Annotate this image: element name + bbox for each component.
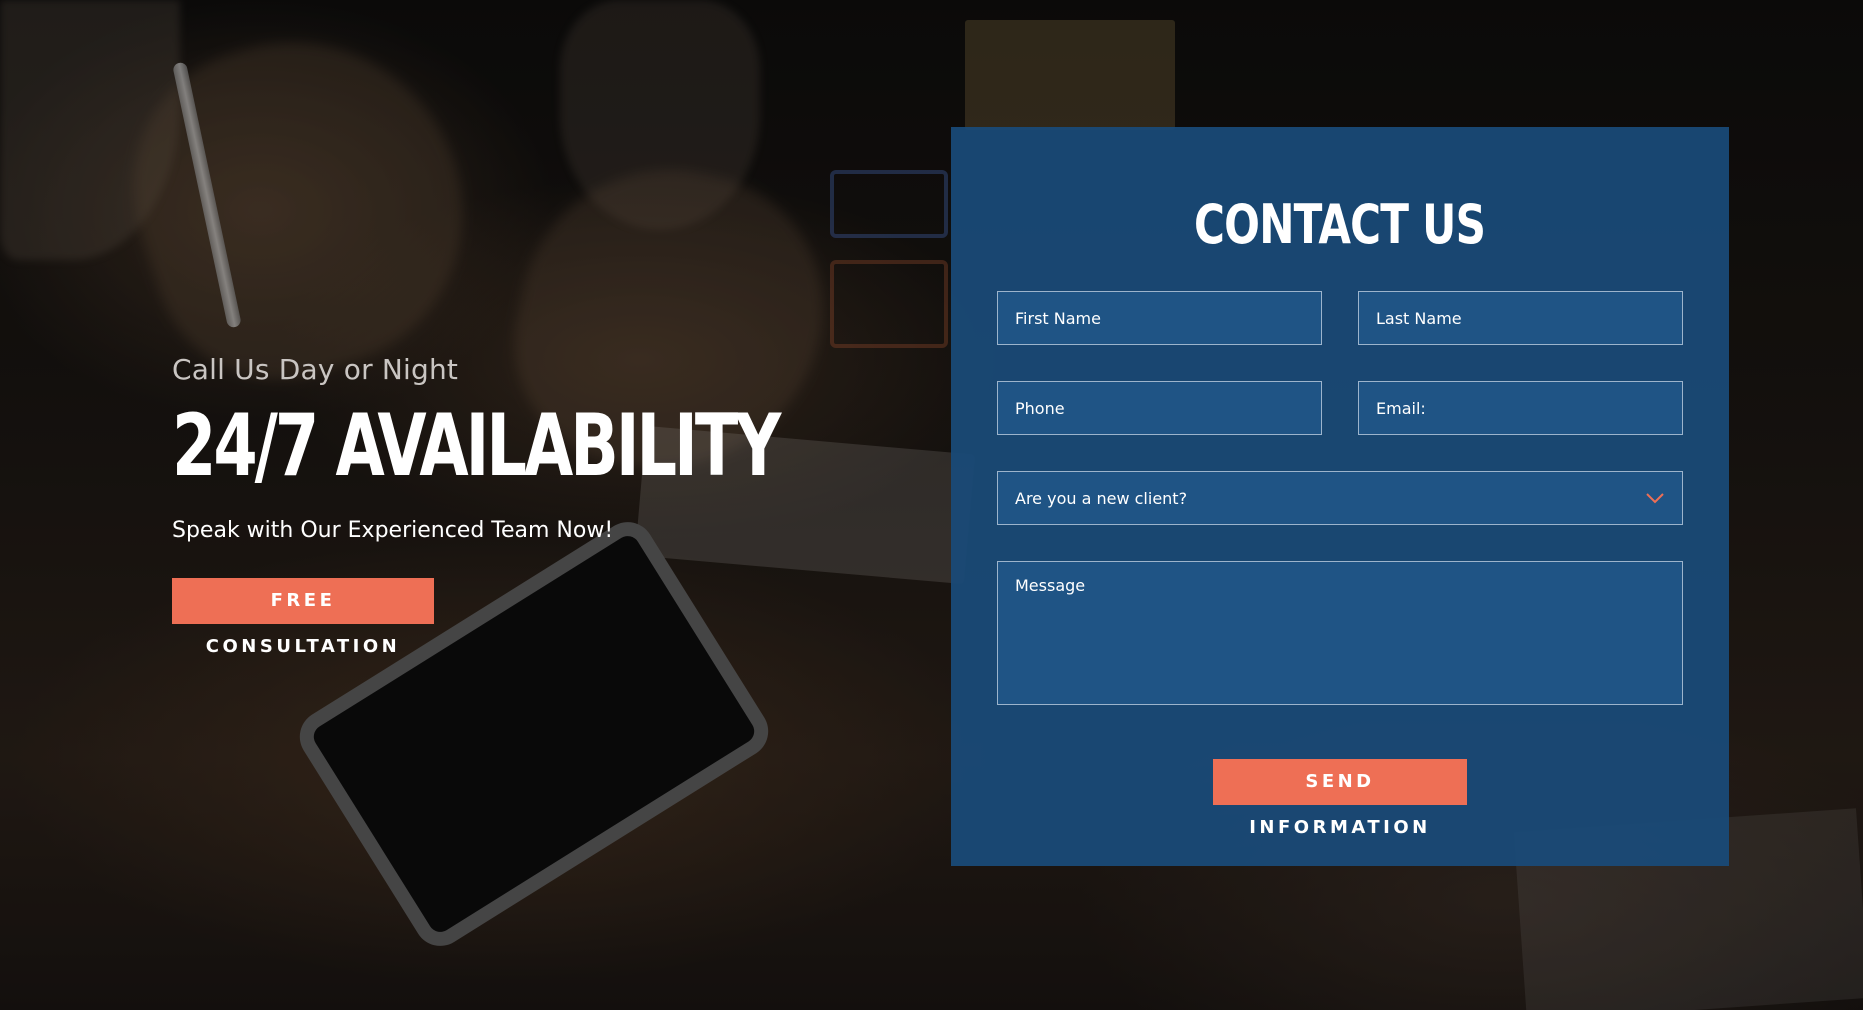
contact-form: CONTACT US Are you a new client? SEND IN…	[951, 127, 1729, 866]
send-information-button[interactable]: SEND INFORMATION	[1213, 759, 1467, 838]
email-field[interactable]	[1358, 381, 1683, 435]
first-name-field[interactable]	[997, 291, 1322, 345]
chevron-down-icon	[1645, 491, 1665, 505]
chevron-down-icon-svg	[1646, 493, 1664, 504]
new-client-select-value: Are you a new client?	[1015, 488, 1188, 508]
hero-headline: 24/7 AVAILABILITY	[172, 396, 781, 496]
last-name-field[interactable]	[1358, 291, 1683, 345]
hero-text-block: Call Us Day or Night 24/7 AVAILABILITY S…	[172, 350, 872, 657]
phone-field[interactable]	[997, 381, 1322, 435]
contact-form-title-text: CONTACT US	[1194, 193, 1486, 256]
contact-form-title: CONTACT US	[951, 185, 1729, 265]
free-consultation-button[interactable]: FREE CONSULTATION	[172, 578, 434, 657]
message-field[interactable]	[997, 561, 1683, 705]
new-client-select[interactable]: Are you a new client?	[997, 471, 1683, 525]
hero-eyebrow: Call Us Day or Night	[172, 353, 459, 386]
hero-subline: Speak with Our Experienced Team Now!	[172, 518, 614, 543]
hero-section: Call Us Day or Night 24/7 AVAILABILITY S…	[0, 0, 1863, 1010]
